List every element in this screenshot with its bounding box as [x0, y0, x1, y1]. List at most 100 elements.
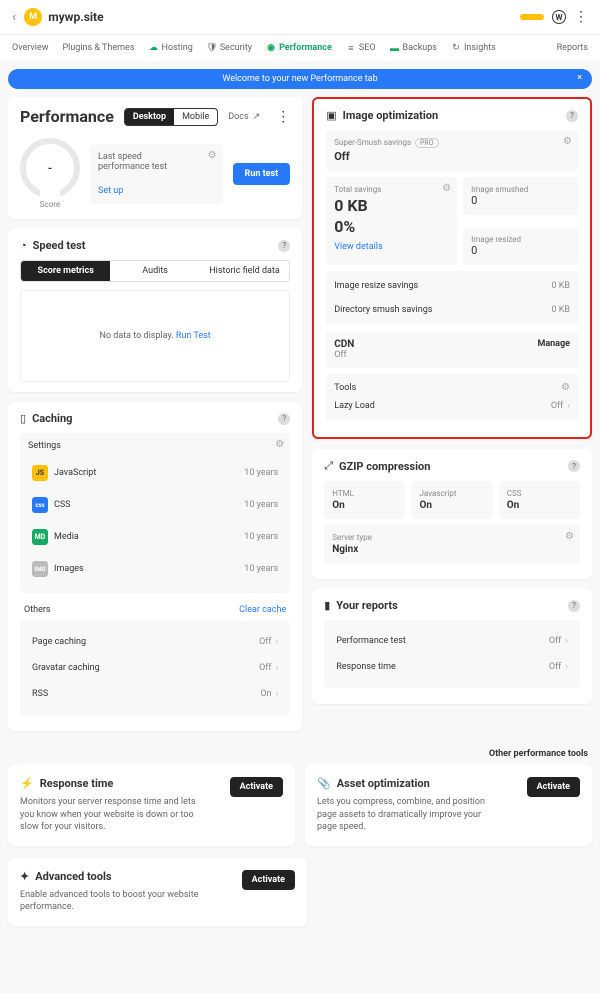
resize-savings-label: Image resize savings [334, 281, 418, 291]
gzip-html-value: On [332, 500, 397, 511]
super-smush-value: Off [334, 150, 570, 163]
cache-row-images[interactable]: IMGImages10 years [28, 553, 282, 585]
report-row-resp[interactable]: Response timeOff› [332, 654, 572, 680]
site-name: mywp.site [48, 10, 520, 24]
nav-overview[interactable]: Overview [12, 43, 48, 53]
image-optimization-card: ▣ Image optimization ? ⚙ Super-Smush sav… [312, 97, 592, 439]
server-type-value: Nginx [332, 544, 572, 555]
nav-performance[interactable]: ◉Performance [266, 43, 332, 53]
others-label: Others [24, 605, 51, 615]
help-icon[interactable]: ? [278, 413, 290, 425]
nav-insights[interactable]: ↻Insights [451, 43, 496, 53]
chevron-right-icon: › [565, 636, 568, 646]
js-icon: JS [32, 465, 48, 481]
banner-close-icon[interactable]: × [577, 73, 582, 83]
gzip-css-value: On [507, 500, 572, 511]
gzip-card: ⤢ GZIP compression ? HTMLOn JavascriptOn… [312, 449, 592, 579]
help-icon[interactable]: ? [278, 240, 290, 252]
tab-historic[interactable]: Historic field data [200, 261, 289, 281]
image-icon: IMG [32, 561, 48, 577]
wordpress-icon[interactable]: W [552, 10, 566, 24]
cache-icon: ▯ [20, 412, 26, 425]
advanced-desc: Enable advanced tools to boost your webs… [20, 889, 200, 914]
tab-audits[interactable]: Audits [110, 261, 199, 281]
speed-test-title: Speed test [33, 239, 86, 252]
report-row-perf[interactable]: Performance testOff› [332, 628, 572, 654]
gzip-html-label: HTML [332, 489, 397, 498]
nav-security[interactable]: 🛡Security [207, 43, 252, 53]
nav-seo[interactable]: ≡SEO [346, 43, 376, 53]
run-test-link[interactable]: Run Test [176, 331, 211, 341]
speed-label: Last speedperformance test [98, 152, 215, 172]
resize-savings-value: 0 KB [551, 281, 570, 291]
activate-button[interactable]: Activate [230, 777, 283, 797]
clear-cache-link[interactable]: Clear cache [239, 605, 286, 615]
menu-dots-icon[interactable]: ⋮ [574, 9, 588, 25]
image-icon: ▣ [326, 109, 336, 122]
gear-icon[interactable]: ⚙ [563, 136, 572, 147]
insights-icon: ↻ [451, 43, 461, 53]
docs-link[interactable]: Docs ↗ [228, 112, 260, 122]
activate-button[interactable]: Activate [527, 777, 580, 797]
gear-icon[interactable]: ⚙ [565, 531, 574, 542]
other-tools-link[interactable]: Other performance tools [0, 743, 600, 765]
nav-plugins[interactable]: Plugins & Themes [62, 43, 134, 53]
cache-row-rss[interactable]: RSSOn› [28, 681, 282, 707]
nav-backups[interactable]: ▬Backups [390, 43, 437, 53]
chevron-right-icon: › [276, 663, 279, 673]
reports-card: ▮ Your reports ? Performance testOff› Re… [312, 589, 592, 704]
resized-label: Image resized [471, 235, 570, 244]
resized-value: 0 [471, 244, 570, 257]
tools-label: Tools [334, 383, 356, 393]
segment-mobile[interactable]: Mobile [174, 109, 217, 125]
activate-button[interactable]: Activate [242, 870, 295, 890]
gear-icon[interactable]: ⚙ [561, 382, 570, 393]
page-title: Performance [20, 107, 114, 126]
gauge-label: Score [20, 200, 80, 209]
seo-icon: ≡ [346, 43, 356, 53]
gear-icon[interactable]: ⚙ [442, 183, 451, 194]
cache-row-css[interactable]: cssCSS10 years [28, 489, 282, 521]
setup-link[interactable]: Set up [98, 186, 123, 196]
asset-optimization-card: Activate 📎Asset optimization Lets you co… [305, 765, 592, 846]
gzip-js-label: Javascript [419, 489, 484, 498]
external-icon: ↗ [253, 112, 261, 122]
cache-row-js[interactable]: JSJavaScript10 years [28, 457, 282, 489]
tools-icon: ✦ [20, 870, 29, 883]
site-icon: M [24, 8, 42, 26]
caching-card: ▯ Caching ? ⚙ Settings JSJavaScript10 ye… [8, 402, 302, 731]
tab-score-metrics[interactable]: Score metrics [21, 261, 110, 281]
help-icon[interactable]: ? [568, 460, 580, 472]
segment-desktop[interactable]: Desktop [125, 109, 174, 125]
nav-hosting[interactable]: ☁Hosting [148, 43, 192, 53]
reports-icon: ▮ [324, 599, 330, 612]
chevron-right-icon: › [276, 637, 279, 647]
status-pill [520, 14, 544, 20]
cache-row-page[interactable]: Page cachingOff› [28, 629, 282, 655]
shield-icon: 🛡 [207, 43, 217, 53]
view-details-link[interactable]: View details [334, 242, 382, 252]
server-type-label: Server type [332, 533, 572, 542]
speed-test-card: ◔ Speed test ? Score metrics Audits Hist… [8, 229, 302, 392]
device-toggle: Desktop Mobile [124, 108, 218, 126]
welcome-banner: Welcome to your new Performance tab × [8, 69, 592, 89]
reports-title: Your reports [336, 599, 398, 612]
gzip-js-value: On [419, 500, 484, 511]
nav-reports[interactable]: Reports [557, 43, 588, 53]
run-test-button[interactable]: Run test [233, 163, 291, 185]
super-smush-label: Super-Smush savings [334, 138, 411, 147]
compress-icon: ⤢ [324, 459, 333, 473]
gear-icon[interactable]: ⚙ [208, 150, 217, 161]
help-icon[interactable]: ? [568, 600, 580, 612]
cache-row-gravatar[interactable]: Gravatar cachingOff› [28, 655, 282, 681]
card-menu-icon[interactable]: ⋮ [276, 109, 290, 125]
help-icon[interactable]: ? [566, 110, 578, 122]
manage-link[interactable]: Manage [537, 339, 570, 349]
lazy-load-row[interactable]: Lazy LoadOff› [334, 399, 570, 413]
no-data-panel: No data to display. Run Test [20, 290, 290, 382]
gear-icon[interactable]: ⚙ [275, 439, 284, 450]
asset-icon: 📎 [317, 777, 331, 790]
cache-row-media[interactable]: MDMedia10 years [28, 521, 282, 553]
back-icon[interactable]: ‹ [12, 9, 16, 25]
chevron-right-icon: › [567, 401, 570, 411]
